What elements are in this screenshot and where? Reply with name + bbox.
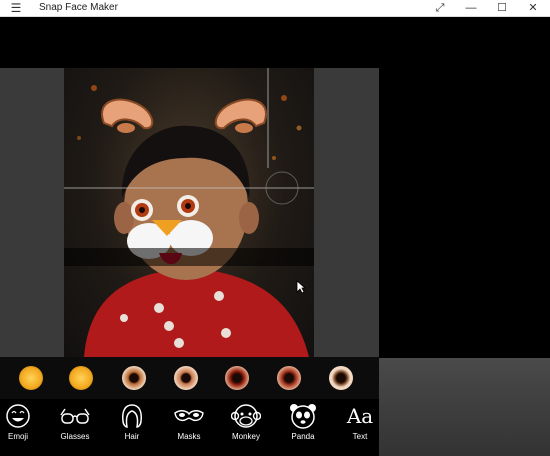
eye-yellow-1[interactable] <box>19 366 43 390</box>
category-emoji[interactable]: Emoji <box>0 399 45 456</box>
title-bar: ☰ Snap Face Maker ⤢ — ☐ ✕ <box>0 0 550 17</box>
hamburger-icon[interactable]: ☰ <box>8 1 24 15</box>
photo-canvas[interactable] <box>64 68 314 357</box>
right-panel <box>379 17 550 358</box>
fullscreen-icon[interactable]: ⤢ <box>425 0 455 17</box>
category-monkey[interactable]: Monkey <box>219 399 273 456</box>
mask-icon <box>174 410 204 422</box>
smiley-icon <box>6 404 30 428</box>
eye-red-2[interactable] <box>277 366 301 390</box>
eye-yellow-2[interactable] <box>69 366 93 390</box>
minimize-icon[interactable]: — <box>456 0 486 17</box>
category-label: Panda <box>291 432 315 441</box>
eye-white[interactable] <box>329 366 353 390</box>
close-icon[interactable]: ✕ <box>518 0 548 17</box>
right-panel-lower <box>379 358 550 456</box>
mouse-cursor-icon <box>296 280 306 294</box>
photo-illustration <box>64 68 314 357</box>
text-icon: Aa <box>346 404 374 428</box>
monkey-icon <box>231 404 261 428</box>
eye-red-1[interactable] <box>225 366 249 390</box>
glasses-icon <box>60 408 90 424</box>
category-toolbar: Emoji Glasses Hair Masks Monkey Panda Aa… <box>0 399 379 456</box>
app-title: Snap Face Maker <box>39 2 118 13</box>
eye-sticker-row <box>0 357 379 399</box>
eye-brown-2[interactable] <box>174 366 198 390</box>
category-hair[interactable]: Hair <box>105 399 159 456</box>
category-panda[interactable]: Panda <box>276 399 330 456</box>
maximize-icon[interactable]: ☐ <box>487 0 517 17</box>
category-label: Emoji <box>7 432 28 441</box>
panda-icon <box>290 404 316 429</box>
hair-icon <box>122 404 142 428</box>
category-glasses[interactable]: Glasses <box>48 399 102 456</box>
eye-brown-1[interactable] <box>122 366 146 390</box>
category-label: Text <box>352 432 368 441</box>
category-label: Monkey <box>231 432 260 441</box>
category-label: Glasses <box>60 432 90 441</box>
category-label: Hair <box>124 432 140 441</box>
category-text[interactable]: Aa Text <box>333 399 387 456</box>
category-label: Masks <box>177 432 201 441</box>
category-masks[interactable]: Masks <box>162 399 216 456</box>
